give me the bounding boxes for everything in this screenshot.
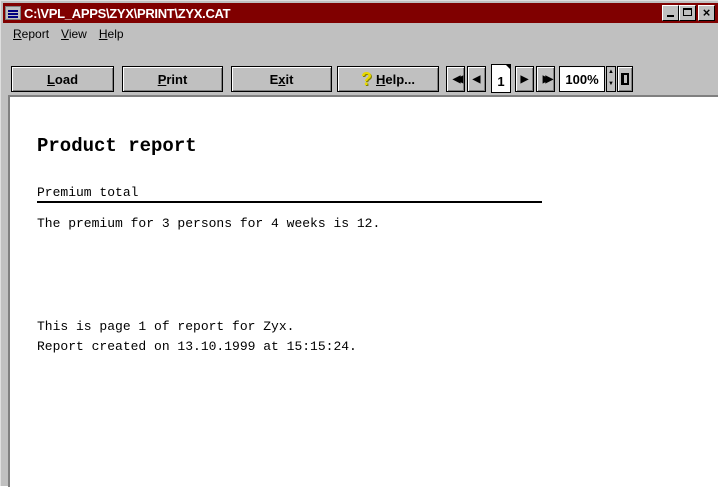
window-title: C:\VPL_APPS\ZYX\PRINT\ZYX.CAT: [24, 5, 231, 21]
page-number: 1: [497, 74, 505, 89]
exit-button[interactable]: Ex it: [231, 66, 332, 92]
zoom-value: 100%: [565, 71, 599, 87]
close-button[interactable]: ×: [698, 5, 715, 21]
print-label: rint: [166, 71, 188, 87]
menu-view-label: iew: [68, 27, 87, 41]
print-mnemonic: P: [157, 71, 167, 87]
minimize-button[interactable]: [662, 5, 679, 21]
last-page-button[interactable]: ▶▶: [536, 66, 555, 92]
exit-mnemonic: x: [278, 71, 286, 87]
menu-view-mnemonic: V: [61, 27, 69, 41]
help-button[interactable]: ? Help...: [337, 66, 439, 92]
window-controls: ×: [662, 5, 715, 21]
toolbar: Load Print Ex it ? Help... ◀◀ ◀ 1 ▶ ▶▶ 100…: [3, 49, 718, 93]
zoom-field[interactable]: 100%: [559, 66, 605, 92]
previous-page-button[interactable]: ◀: [467, 66, 486, 92]
report-title: Product report: [37, 135, 197, 157]
section-heading: Premium total: [37, 185, 542, 203]
fit-page-button[interactable]: [617, 66, 633, 92]
exit-label-start: E: [269, 71, 279, 87]
last-page-icon: ▶▶: [542, 73, 554, 85]
menu-help-label: elp: [107, 27, 124, 41]
next-page-button[interactable]: ▶: [515, 66, 534, 92]
exit-label-end: it: [285, 71, 294, 87]
print-button[interactable]: Print: [122, 66, 223, 92]
title-bar[interactable]: C:\VPL_APPS\ZYX\PRINT\ZYX.CAT ×: [3, 3, 718, 23]
app-icon[interactable]: [5, 6, 21, 20]
premium-line: The premium for 3 persons for 4 weeks is…: [37, 216, 381, 231]
maximize-button[interactable]: [679, 5, 696, 21]
menu-help[interactable]: Help: [93, 27, 130, 41]
page-number-field[interactable]: 1: [491, 64, 511, 93]
menu-bar: Report View Help: [3, 25, 718, 43]
menu-view[interactable]: View: [55, 27, 93, 41]
load-mnemonic: L: [46, 71, 55, 87]
report-viewer-window: C:\VPL_APPS\ZYX\PRINT\ZYX.CAT × Report V…: [0, 0, 718, 487]
load-label: oad: [54, 71, 79, 87]
created-line: Report created on 13.10.1999 at 15:15:24…: [37, 339, 357, 354]
first-page-button[interactable]: ◀◀: [446, 66, 465, 92]
next-page-icon: ▶: [520, 73, 529, 85]
help-label: elp...: [385, 71, 415, 87]
menu-report[interactable]: Report: [3, 27, 55, 41]
previous-page-icon: ◀: [472, 73, 481, 85]
menu-help-mnemonic: H: [98, 27, 108, 41]
zoom-down-icon[interactable]: ▼: [607, 79, 615, 91]
page-info-line: This is page 1 of report for Zyx.: [37, 319, 295, 334]
help-icon: ?: [360, 68, 372, 89]
menu-report-label: eport: [21, 27, 50, 41]
first-page-icon: ◀◀: [452, 73, 464, 85]
fit-page-icon: [621, 73, 629, 85]
zoom-spinner[interactable]: ▲ ▼: [606, 66, 616, 92]
report-page: Product report Premium total The premium…: [8, 95, 718, 487]
zoom-up-icon[interactable]: ▲: [607, 67, 615, 79]
menu-report-mnemonic: R: [13, 27, 22, 41]
help-mnemonic: H: [375, 71, 386, 87]
load-button[interactable]: Load: [11, 66, 114, 92]
